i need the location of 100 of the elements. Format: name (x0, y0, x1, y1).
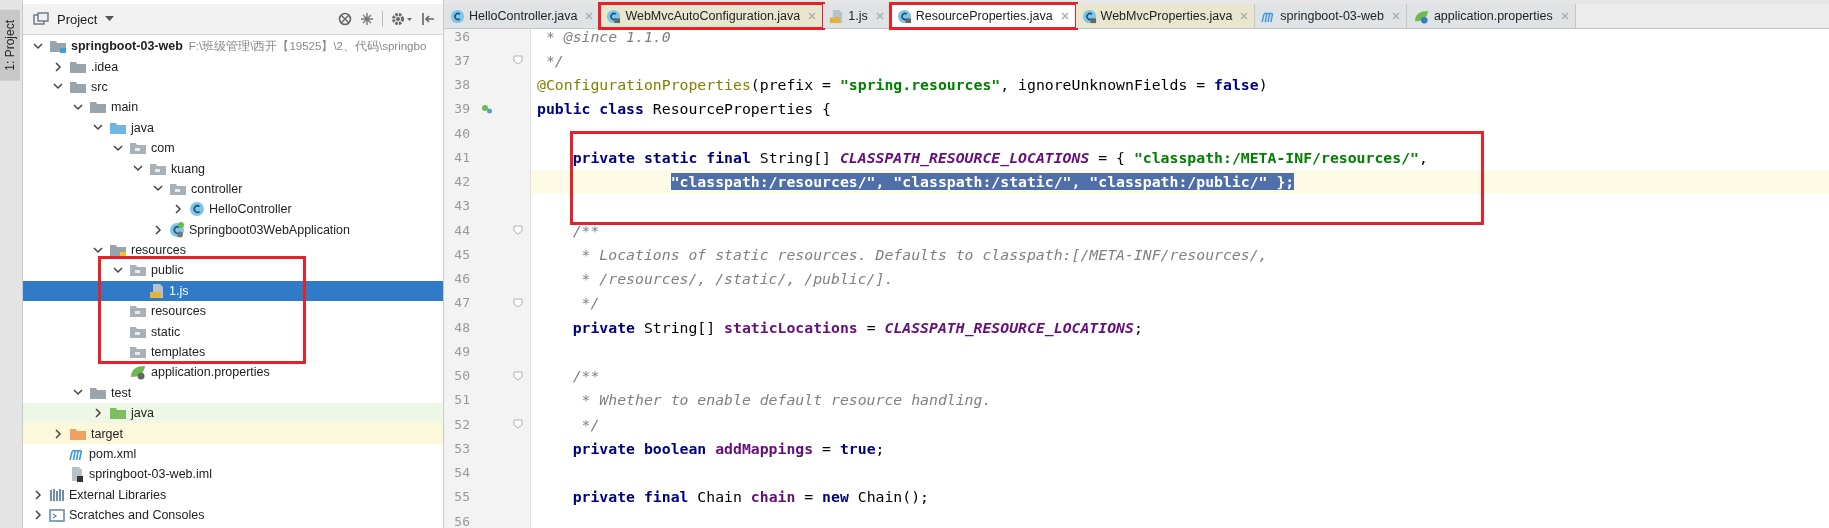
class-icon (606, 8, 622, 24)
code-token: = { (1097, 148, 1126, 166)
line-number: 49 (453, 343, 470, 359)
expanded-chevron-icon[interactable] (113, 144, 123, 152)
code-token: * /resources/, /static/, /public/]. (580, 270, 894, 288)
tree-item[interactable]: controller (23, 178, 443, 200)
tree-item[interactable]: src (23, 76, 443, 98)
line-number: 45 (453, 246, 470, 262)
code-token: "classpath:/resources/", "classpath:/static/", "classpath:/public/" }; (670, 173, 1295, 191)
code-token: "classpath:/META-INF/resources/" (1133, 148, 1419, 166)
class-icon (1081, 8, 1097, 24)
expanded-chevron-icon[interactable] (33, 42, 43, 50)
dropdown-caret-icon[interactable] (105, 16, 115, 22)
tree-item[interactable]: target (23, 423, 443, 444)
fold-marker-icon[interactable] (513, 225, 523, 236)
expanded-chevron-icon[interactable] (53, 83, 63, 91)
tree-item[interactable]: springboot-03-web F:\班级管理\西开【19525】\2、代码\springbo (23, 36, 443, 57)
line-number: 38 (453, 77, 470, 93)
expanded-chevron-icon[interactable] (93, 124, 103, 132)
line-number: 43 (453, 198, 470, 214)
fold-marker-icon[interactable] (513, 370, 523, 381)
collapsed-chevron-icon[interactable] (174, 204, 182, 215)
collapsed-chevron-icon[interactable] (54, 428, 62, 439)
code-token: ; (1133, 318, 1143, 336)
collapsed-chevron-icon[interactable] (34, 510, 42, 521)
tree-item[interactable]: pom.xml (23, 443, 443, 465)
tree-item[interactable]: HelloController (23, 199, 443, 220)
expanded-chevron-icon[interactable] (153, 185, 163, 193)
tree-item-label: templates (151, 345, 206, 360)
editor-tab[interactable]: springboot-03-web (1255, 4, 1407, 28)
code-token: String[] (642, 318, 717, 336)
tree-item-label: pom.xml (89, 447, 137, 461)
line-number: 41 (453, 149, 470, 165)
tree-item-label: resources (131, 243, 186, 258)
project-tool-tab[interactable]: 1: Project (0, 10, 20, 81)
tree-item-label: 1.js (169, 283, 189, 298)
fold-marker-icon[interactable] (513, 55, 523, 66)
collapsed-chevron-icon[interactable] (54, 61, 62, 72)
expanded-chevron-icon[interactable] (133, 165, 143, 173)
tree-item[interactable]: main (23, 97, 443, 118)
editor-tab[interactable]: ResourceProperties.java (890, 4, 1076, 28)
collapsed-chevron-icon[interactable] (94, 408, 102, 419)
line-number: 42 (453, 174, 470, 190)
tree-item-label: External Libraries (69, 487, 167, 502)
expanded-chevron-icon[interactable] (93, 246, 103, 254)
folder-icon (69, 79, 87, 94)
project-view-icon (33, 12, 49, 26)
tree-item[interactable]: Springboot03WebApplication (23, 219, 443, 240)
tree-item[interactable]: 1.js (23, 280, 443, 302)
fold-marker-icon[interactable] (513, 419, 523, 430)
tree-item[interactable]: .idea (23, 56, 443, 77)
expanded-chevron-icon[interactable] (113, 267, 123, 274)
folder-icon (89, 100, 107, 115)
folder-icon (109, 406, 127, 421)
tree-item[interactable]: resources (23, 301, 443, 322)
tree-item[interactable]: test (23, 382, 443, 404)
editor-tab[interactable]: WebMvcAutoConfiguration.java (600, 4, 824, 28)
libraries-icon (49, 487, 65, 502)
scratches-icon (49, 508, 65, 523)
panel-title[interactable]: Project (57, 11, 98, 27)
editor-tab[interactable]: 1.js (823, 4, 891, 28)
line-number: 47 (453, 295, 470, 311)
editor-tab[interactable]: HelloController.java (444, 4, 601, 28)
tree-item[interactable]: templates (23, 341, 443, 363)
code-token: "spring.resources" (839, 76, 1001, 94)
tree-item[interactable]: Scratches and Consoles (23, 505, 443, 526)
collapsed-chevron-icon[interactable] (34, 489, 42, 500)
tree-item[interactable]: springboot-03-web.iml (23, 464, 443, 485)
tree-item[interactable]: resources (23, 239, 443, 261)
tree-item-label: Scratches and Consoles (69, 508, 205, 523)
line-number: 55 (453, 489, 470, 505)
tree-item[interactable]: java (23, 117, 443, 138)
tree-item[interactable]: java (23, 403, 443, 424)
js-file-icon (149, 282, 165, 299)
settings-icon[interactable] (391, 12, 413, 26)
code-token: * Locations of static resources. Defaults to classpath:[/META-INF/resources/, (580, 245, 1268, 263)
tree-item[interactable]: com (23, 137, 443, 159)
tree-item[interactable]: kuang (23, 158, 443, 179)
folder-icon (69, 59, 87, 74)
tree-item-label: test (111, 385, 132, 400)
expanded-chevron-icon[interactable] (73, 103, 83, 111)
properties-file-icon (129, 364, 147, 381)
expanded-chevron-icon[interactable] (73, 389, 83, 397)
tree-item[interactable]: External Libraries (23, 484, 443, 505)
editor-tab[interactable]: application.properties (1406, 4, 1576, 28)
code-token: private (571, 318, 635, 336)
tree-item[interactable]: application.properties (23, 362, 443, 383)
line-number: 51 (453, 392, 470, 408)
tree-item[interactable]: static (23, 321, 443, 342)
folder-icon (109, 120, 127, 135)
line-number: 44 (453, 222, 470, 238)
tree-item[interactable]: public (23, 260, 443, 281)
tree-item-label: com (151, 141, 175, 156)
collapsed-chevron-icon[interactable] (154, 224, 162, 235)
editor-tab[interactable]: WebMvcProperties.java (1075, 4, 1256, 28)
fold-marker-icon[interactable] (513, 297, 523, 308)
hide-panel-icon[interactable] (421, 12, 435, 26)
code-token: ; (875, 439, 885, 457)
line-number: 40 (453, 125, 470, 141)
tree-item-label: public (151, 263, 184, 278)
